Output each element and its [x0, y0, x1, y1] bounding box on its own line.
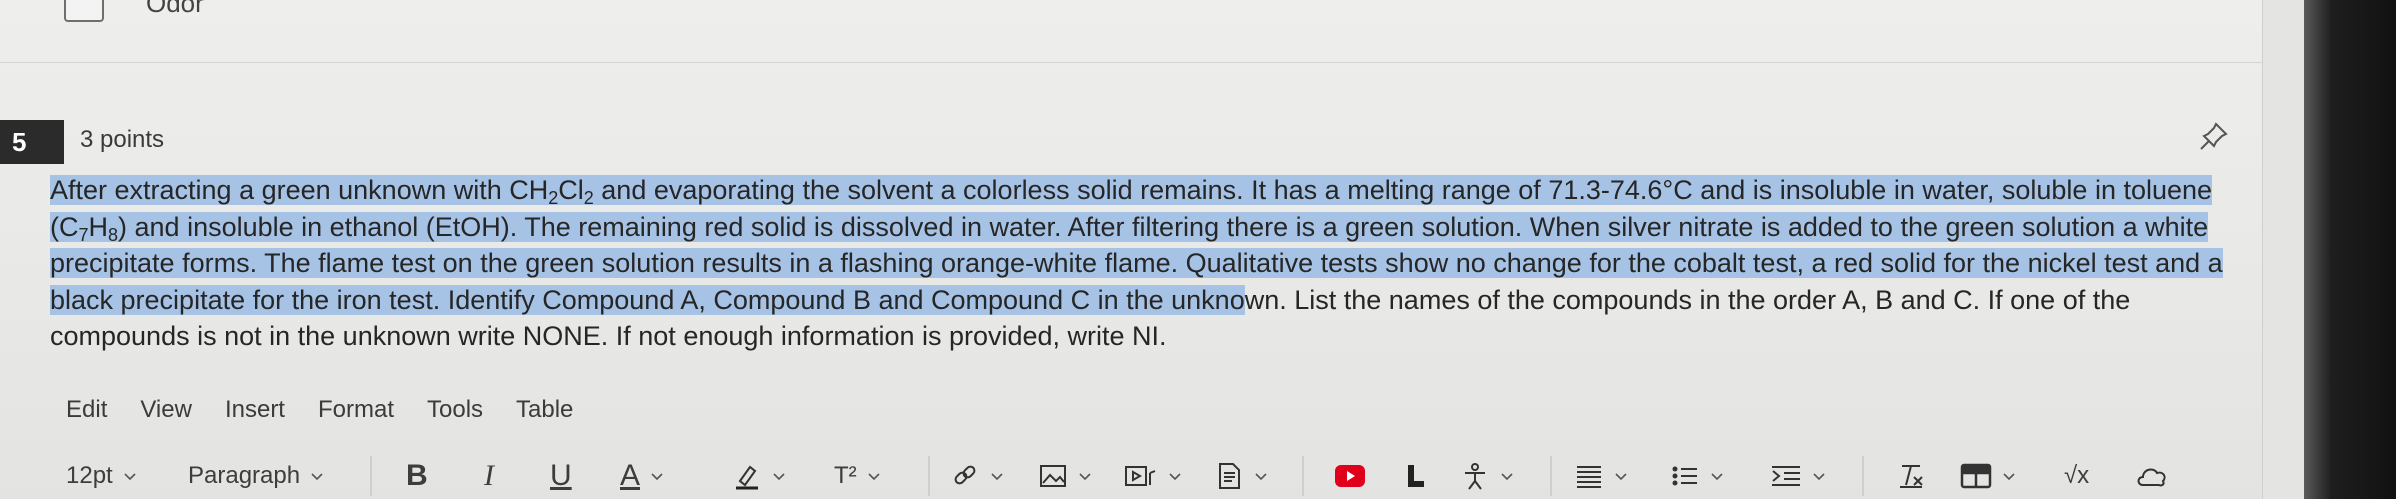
chevron-down-icon — [1711, 472, 1723, 480]
font-size-select[interactable]: 12pt — [66, 452, 137, 499]
bullet-list-icon — [1672, 466, 1697, 485]
subscript: 2 — [548, 188, 559, 208]
question-text: After extracting a green unknown with CH… — [50, 172, 2250, 355]
italic-button[interactable]: I — [484, 452, 494, 499]
text-segment: After extracting a green unknown with CH — [50, 175, 549, 205]
question-divider — [0, 62, 2262, 63]
document-icon — [1219, 462, 1240, 489]
text-color-glyph: A — [620, 458, 641, 492]
table-icon — [1960, 463, 1992, 488]
menu-edit[interactable]: Edit — [66, 396, 107, 424]
image-button[interactable] — [1038, 452, 1092, 499]
screen-edge — [2304, 0, 2396, 499]
subscript: 8 — [108, 224, 119, 245]
youtube-icon — [1335, 464, 1365, 487]
image-icon — [1040, 464, 1066, 487]
accessibility-button[interactable] — [1460, 452, 1514, 499]
menu-table[interactable]: Table — [516, 396, 573, 424]
external-tool-button[interactable] — [1404, 452, 1428, 499]
font-size-value: 12pt — [66, 461, 113, 489]
media-icon — [1125, 465, 1156, 486]
indent-button[interactable] — [1770, 452, 1826, 499]
block-format-value: Paragraph — [188, 461, 301, 489]
highlighter-icon — [736, 465, 758, 489]
underline-button[interactable]: U — [550, 452, 572, 499]
chevron-down-icon — [1615, 472, 1627, 480]
chevron-down-icon — [2003, 472, 2015, 480]
bullet-list-button[interactable] — [1670, 452, 1724, 499]
chevron-down-icon — [1169, 472, 1181, 480]
menu-insert[interactable]: Insert — [225, 396, 285, 424]
document-button[interactable] — [1214, 452, 1268, 499]
superscript-glyph: T² — [834, 461, 857, 489]
block-format-select[interactable]: Paragraph — [188, 452, 324, 499]
chevron-down-icon — [124, 472, 136, 480]
cloud-icon — [2137, 468, 2166, 486]
screen: Odor 5 3 points After extracting a green… — [0, 0, 2396, 499]
media-button[interactable] — [1124, 452, 1182, 499]
chevron-down-icon — [773, 472, 785, 480]
chevron-down-icon — [991, 472, 1003, 480]
chevron-down-icon — [311, 472, 323, 480]
chevron-down-icon — [1813, 472, 1825, 480]
text-segment: Cl — [558, 175, 584, 205]
previous-option-checkbox[interactable] — [64, 0, 104, 22]
editor-menubar: Edit View Insert Format Tools Table — [66, 396, 606, 424]
question-points: 3 points — [80, 126, 165, 153]
superscript-button[interactable]: T² — [834, 452, 881, 499]
toolbar-separator — [928, 456, 930, 496]
highlight-color-button[interactable] — [732, 452, 786, 499]
menu-view[interactable]: View — [140, 396, 192, 424]
toolbar-separator — [1862, 456, 1864, 496]
clear-format-button[interactable] — [1896, 452, 1926, 499]
cloud-button[interactable] — [2134, 452, 2170, 499]
toolbar-separator — [1550, 456, 1552, 496]
chevron-down-icon — [1501, 472, 1513, 480]
external-tool-icon — [1408, 464, 1424, 487]
align-button[interactable] — [1574, 452, 1628, 499]
table-button[interactable] — [1960, 452, 2016, 499]
subscript: 2 — [583, 188, 594, 208]
clear-format-icon — [1900, 464, 1923, 488]
link-button[interactable] — [950, 452, 1004, 499]
previous-option-label: Odor — [146, 0, 204, 18]
youtube-button[interactable] — [1334, 452, 1366, 499]
text-color-button[interactable]: A — [620, 452, 664, 499]
chevron-down-icon — [1079, 472, 1091, 480]
toolbar-separator — [370, 456, 372, 496]
text-segment: H — [88, 211, 109, 242]
quiz-page: Odor 5 3 points After extracting a green… — [0, 0, 2304, 499]
menu-format[interactable]: Format — [318, 396, 394, 424]
scrollbar-gutter[interactable] — [2262, 0, 2304, 499]
link-icon — [954, 465, 976, 484]
toolbar-separator — [1302, 456, 1304, 496]
question-number: 5 — [12, 126, 27, 157]
align-icon — [1577, 465, 1601, 488]
accessibility-icon — [1465, 462, 1485, 490]
chevron-down-icon — [651, 472, 663, 480]
equation-button[interactable]: √x — [2064, 452, 2089, 499]
indent-icon — [1772, 465, 1800, 486]
subscript: 7 — [78, 224, 89, 245]
pin-icon[interactable] — [2196, 118, 2232, 154]
menu-tools[interactable]: Tools — [427, 396, 483, 424]
chevron-down-icon — [1255, 472, 1267, 480]
chevron-down-icon — [868, 472, 880, 480]
bold-button[interactable]: B — [406, 452, 428, 499]
question-number-badge: 5 — [0, 120, 64, 164]
editor-toolbar: 12pt Paragraph B I U A T² √x — [0, 452, 2262, 499]
